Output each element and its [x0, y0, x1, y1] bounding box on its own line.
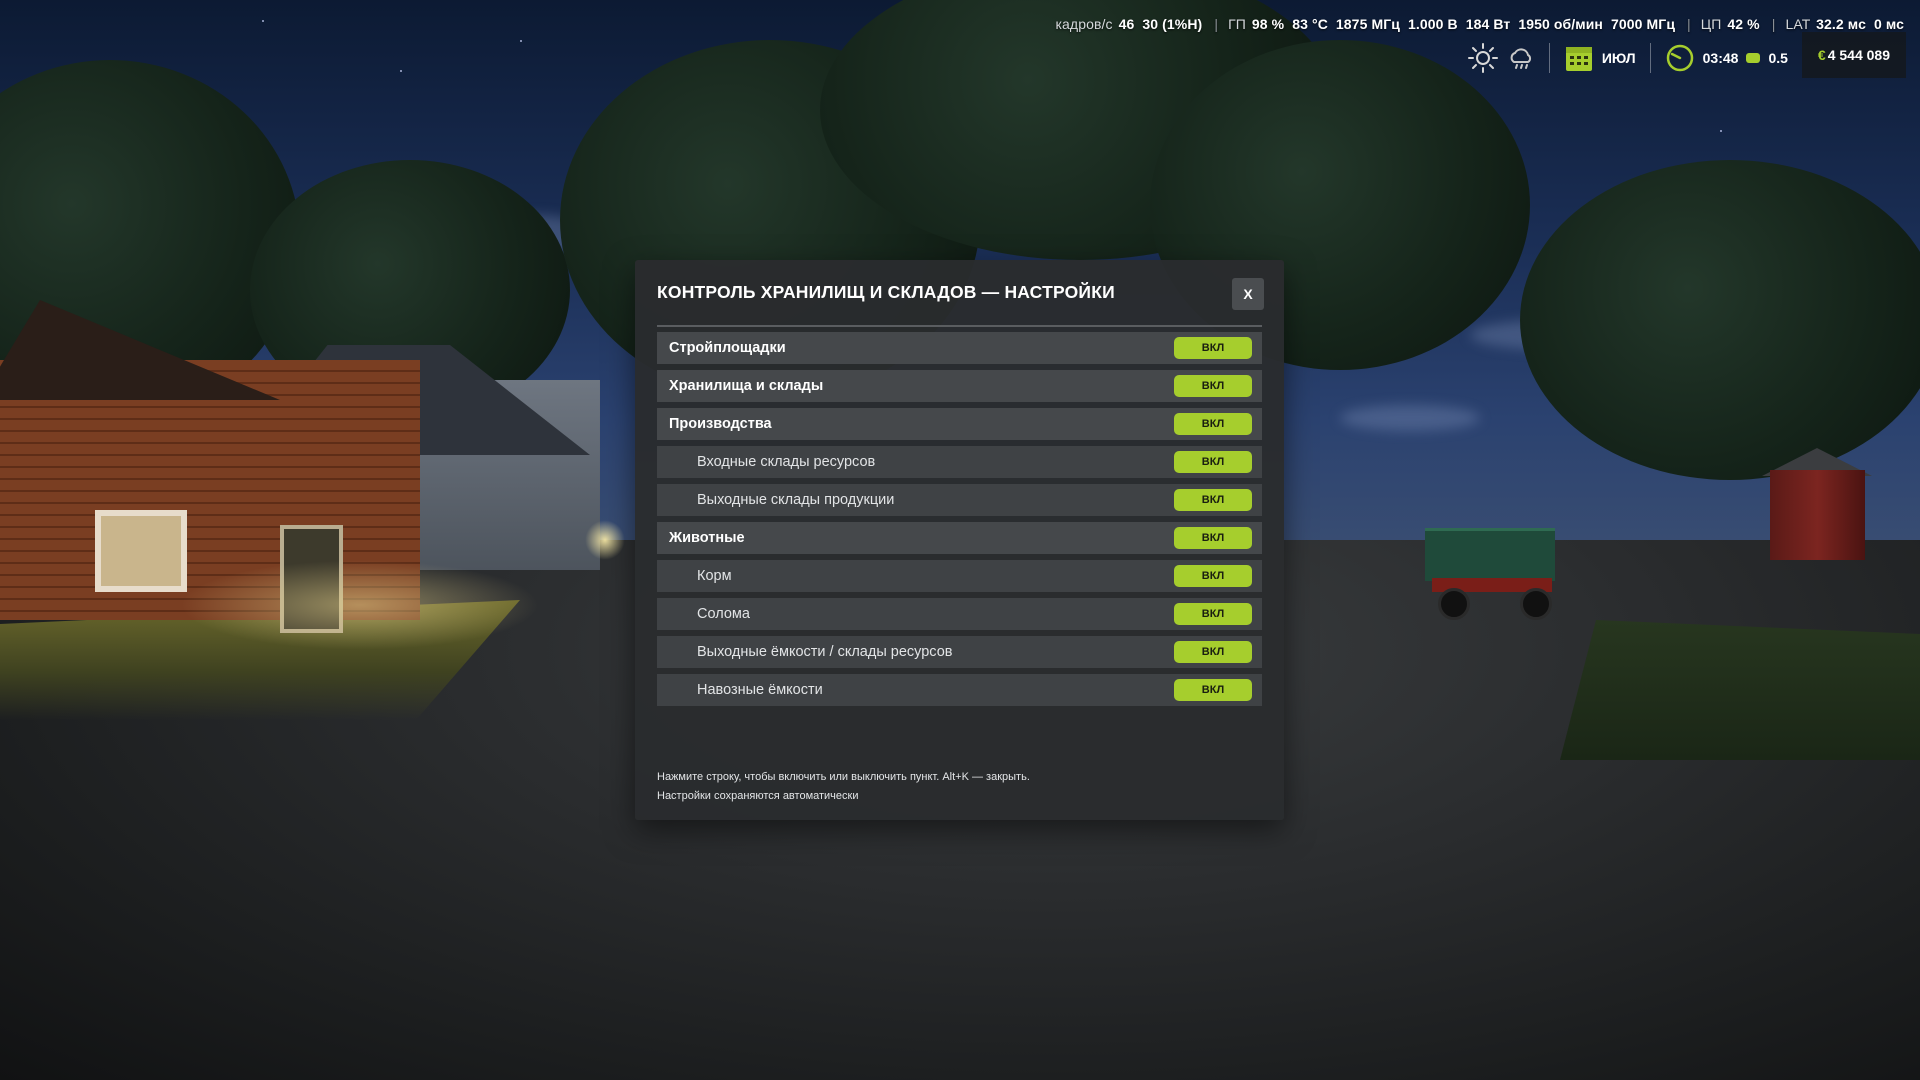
- toggle-on-button[interactable]: ВКЛ: [1174, 641, 1252, 663]
- settings-row[interactable]: Выходные ёмкости / склады ресурсов ВКЛ: [657, 636, 1262, 668]
- star: [520, 40, 522, 42]
- latency-value: 32.2 мс: [1816, 16, 1866, 32]
- separator: |: [1771, 16, 1776, 32]
- cloud-rain-icon: [1510, 48, 1531, 69]
- fps-label: кадров/с: [1055, 16, 1113, 32]
- settings-row[interactable]: Корм ВКЛ: [657, 560, 1262, 592]
- performance-overlay: кадров/с 46 30 (1%Н) | ГП 98 % 83 °C 187…: [1056, 16, 1906, 36]
- time-label: 03:48: [1702, 50, 1739, 66]
- footer-autosave-note: Настройки сохраняются автоматически: [657, 790, 859, 802]
- gpu-power: 184 Вт: [1465, 16, 1511, 32]
- fps-value: 46: [1118, 16, 1135, 32]
- silo: [1770, 470, 1865, 560]
- toggle-on-button[interactable]: ВКЛ: [1174, 679, 1252, 701]
- latency-extra: 0 мс: [1873, 16, 1904, 32]
- settings-row-label: Входные склады ресурсов: [697, 454, 876, 470]
- star: [262, 20, 264, 22]
- dialog-title: КОНТРОЛЬ ХРАНИЛИЩ И СКЛАДОВ — НАСТРОЙКИ: [657, 282, 1115, 302]
- settings-row-label: Навозные ёмкости: [697, 682, 823, 698]
- toggle-on-button[interactable]: ВКЛ: [1174, 527, 1252, 549]
- gpu-clock: 1875 МГц: [1335, 16, 1400, 32]
- settings-row-label: Солома: [697, 606, 750, 622]
- money-value: 4 544 089: [1827, 47, 1890, 63]
- separator: |: [1687, 16, 1691, 32]
- month-label: ИЮЛ: [1601, 50, 1636, 66]
- sun-icon: [1467, 43, 1498, 73]
- calendar-icon: [1565, 47, 1592, 71]
- tree: [1520, 160, 1920, 480]
- settings-row-label: Стройплощадки: [669, 340, 786, 356]
- settings-row-label: Животные: [669, 530, 745, 546]
- clock-widget: 03:48 0.5: [1665, 43, 1788, 73]
- time-scale-label: 0.5: [1768, 50, 1788, 66]
- settings-row-label: Выходные склады продукции: [697, 492, 895, 508]
- euro-icon: €: [1817, 47, 1826, 63]
- toggle-on-button[interactable]: ВКЛ: [1174, 451, 1252, 473]
- cpu-load: 42 %: [1727, 16, 1760, 32]
- toggle-on-button[interactable]: ВКЛ: [1174, 337, 1252, 359]
- money-display: € 4 544 089: [1801, 32, 1906, 78]
- cloud: [1340, 405, 1480, 431]
- latency-label: LAT: [1785, 16, 1811, 32]
- settings-row[interactable]: Стройплощадки ВКЛ: [657, 332, 1262, 364]
- toggle-on-button[interactable]: ВКЛ: [1174, 603, 1252, 625]
- dialog-footer: Нажмите строку, чтобы включить или выклю…: [657, 768, 1262, 806]
- gpu-load: 98 %: [1251, 16, 1285, 32]
- footer-hint: Нажмите строку, чтобы включить или выклю…: [657, 771, 1030, 783]
- time-scale-icon: [1746, 53, 1761, 63]
- cpu-label: ЦП: [1700, 16, 1722, 32]
- settings-row[interactable]: Навозные ёмкости ВКЛ: [657, 674, 1262, 706]
- star: [1720, 130, 1722, 132]
- settings-row[interactable]: Хранилища и склады ВКЛ: [657, 370, 1262, 402]
- settings-row-label: Выходные ёмкости / склады ресурсов: [697, 644, 953, 660]
- storage-settings-dialog: КОНТРОЛЬ ХРАНИЛИЩ И СКЛАДОВ — НАСТРОЙКИ …: [635, 260, 1284, 820]
- lamp-light: [180, 560, 540, 650]
- grass-patch: [1560, 620, 1920, 760]
- settings-row-label: Хранилища и склады: [669, 378, 824, 394]
- weather-forecast: [1467, 42, 1535, 74]
- fps-limit: 30 (1%Н): [1142, 16, 1203, 32]
- settings-row[interactable]: Выходные склады продукции ВКЛ: [657, 484, 1262, 516]
- settings-row-label: Корм: [697, 568, 732, 584]
- settings-row[interactable]: Производства ВКЛ: [657, 408, 1262, 440]
- hud-divider: [1649, 43, 1651, 73]
- calendar-widget: ИЮЛ: [1564, 43, 1636, 73]
- separator: |: [1214, 16, 1219, 32]
- game-hud: ИЮЛ 03:48 0.5 € 4 544 089: [1467, 32, 1906, 78]
- title-divider: [657, 325, 1262, 327]
- trailer: [1425, 528, 1555, 581]
- close-button[interactable]: X: [1232, 278, 1264, 310]
- porch-light: [585, 520, 625, 560]
- toggle-on-button[interactable]: ВКЛ: [1174, 489, 1252, 511]
- gpu-voltage: 1.000 В: [1407, 16, 1458, 32]
- settings-row[interactable]: Солома ВКЛ: [657, 598, 1262, 630]
- gpu-temp: 83 °C: [1292, 16, 1328, 32]
- gpu-mem-clock: 7000 МГц: [1610, 16, 1676, 32]
- gpu-label: ГП: [1228, 16, 1246, 32]
- gpu-fan: 1950 об/мин: [1518, 16, 1603, 32]
- settings-list: Стройплощадки ВКЛ Хранилища и склады ВКЛ Про…: [657, 332, 1262, 712]
- settings-row-label: Производства: [669, 416, 772, 432]
- trailer-wheel: [1438, 588, 1470, 620]
- hud-divider: [1548, 43, 1550, 73]
- settings-row[interactable]: Входные склады ресурсов ВКЛ: [657, 446, 1262, 478]
- barn-window: [95, 510, 187, 592]
- toggle-on-button[interactable]: ВКЛ: [1174, 413, 1252, 435]
- toggle-on-button[interactable]: ВКЛ: [1174, 375, 1252, 397]
- toggle-on-button[interactable]: ВКЛ: [1174, 565, 1252, 587]
- star: [400, 70, 402, 72]
- clock-icon: [1666, 44, 1693, 72]
- trailer-wheel: [1520, 588, 1552, 620]
- settings-row[interactable]: Животные ВКЛ: [657, 522, 1262, 554]
